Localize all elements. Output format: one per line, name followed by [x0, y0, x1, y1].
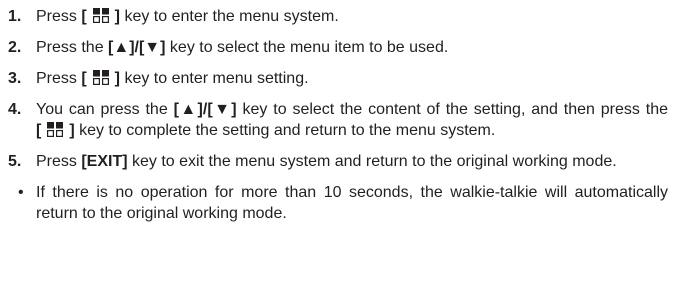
step-text-part: You can press the: [36, 101, 174, 118]
step-5: 5. Press [EXIT] key to exit the menu sys…: [8, 151, 668, 172]
instruction-list: 1. Press [] key to enter the menu system…: [8, 6, 668, 224]
step-text-part: Press the: [36, 39, 109, 56]
menu-key: []: [36, 122, 75, 139]
step-text-part: key to enter menu setting.: [120, 70, 309, 87]
step-number: 5.: [8, 153, 22, 170]
arrow-keys-label: [▲]/[▼]: [173, 101, 237, 118]
note-text: If there is no operation for more than 1…: [36, 184, 668, 222]
step-3: 3. Press [] key to enter menu setting.: [8, 68, 668, 89]
step-text: Press [] key to enter the menu system.: [36, 6, 668, 27]
step-4: 4. You can press the [▲]/[▼] key to sele…: [8, 99, 668, 141]
step-text-part: key to complete the setting and return t…: [74, 122, 496, 139]
step-text-part: key to select the content of the setting…: [236, 101, 668, 118]
step-text-part: Press: [36, 70, 82, 87]
step-text: Press [EXIT] key to exit the menu system…: [36, 151, 668, 172]
step-text-part: key to enter the menu system.: [120, 8, 339, 25]
step-1: 1. Press [] key to enter the menu system…: [8, 6, 668, 27]
menu-grid-icon: [92, 8, 109, 23]
step-text-part: key to select the menu item to be used.: [165, 39, 449, 56]
arrow-keys-label: [▲]/[▼]: [108, 39, 166, 56]
menu-grid-icon: [92, 70, 109, 85]
step-number: 3.: [8, 70, 22, 87]
step-number: 1.: [8, 8, 22, 25]
key-bracket-open: [: [81, 8, 87, 25]
step-2: 2. Press the [▲]/[▼] key to select the m…: [8, 37, 668, 58]
step-number: 4.: [8, 101, 22, 118]
key-bracket-open: [: [36, 122, 42, 139]
exit-key-label: [EXIT]: [81, 153, 128, 170]
bullet-dot: •: [18, 184, 24, 201]
step-text-part: key to exit the menu system and return t…: [127, 153, 617, 170]
step-text-part: Press: [36, 153, 82, 170]
step-text: You can press the [▲]/[▼] key to select …: [36, 99, 668, 141]
note-item: • If there is no operation for more than…: [8, 182, 668, 224]
key-bracket-open: [: [81, 70, 87, 87]
step-number: 2.: [8, 39, 22, 56]
step-text: Press the [▲]/[▼] key to select the menu…: [36, 37, 668, 58]
menu-grid-icon: [47, 122, 64, 137]
step-text-part: Press: [36, 8, 82, 25]
menu-key: []: [81, 8, 120, 25]
menu-key: []: [81, 70, 120, 87]
step-text: Press [] key to enter menu setting.: [36, 68, 668, 89]
